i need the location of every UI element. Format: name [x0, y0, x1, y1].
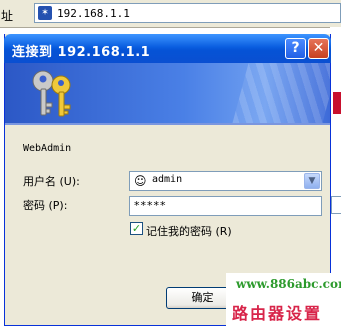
address-value: 192.168.1.1: [57, 7, 130, 20]
address-label: 址: [1, 9, 14, 23]
password-label: 密码 (P):: [23, 199, 68, 212]
username-value: admin: [152, 174, 183, 185]
realm-text: WebAdmin: [23, 143, 72, 154]
help-button[interactable]: ?: [285, 38, 306, 59]
dialog-banner: [5, 63, 330, 123]
username-label: 用户名 (U):: [23, 175, 80, 188]
password-value: *****: [134, 199, 167, 212]
username-combobox[interactable]: ☺ admin ▼: [129, 171, 322, 191]
watermark-url: www.886abc.com: [236, 277, 341, 291]
keys-icon: [32, 70, 71, 117]
address-input[interactable]: ✶ 192.168.1.1: [34, 3, 341, 23]
password-field[interactable]: *****: [129, 196, 322, 216]
remember-password-label[interactable]: 记住我的密码 (R): [146, 223, 232, 239]
close-button[interactable]: ✕: [308, 38, 329, 59]
watermark: www.886abc.com 路由器设置: [226, 273, 341, 326]
remember-password-checkbox[interactable]: ✓: [130, 222, 143, 235]
watermark-title: 路由器设置: [232, 304, 323, 323]
banner-decoration: [229, 63, 330, 123]
chevron-down-icon[interactable]: ▼: [304, 173, 320, 189]
background-red-block: [333, 92, 341, 114]
background-dropdown: [331, 196, 341, 214]
user-icon: ☺: [134, 174, 147, 188]
ie-page-icon: ✶: [38, 6, 52, 20]
dialog-title: 连接到 192.168.1.1: [12, 45, 151, 60]
address-bar: 址 ✶ 192.168.1.1: [0, 0, 341, 28]
dialog-titlebar[interactable]: 连接到 192.168.1.1 ? ✕: [4, 34, 331, 63]
banner-divider: [5, 123, 330, 125]
